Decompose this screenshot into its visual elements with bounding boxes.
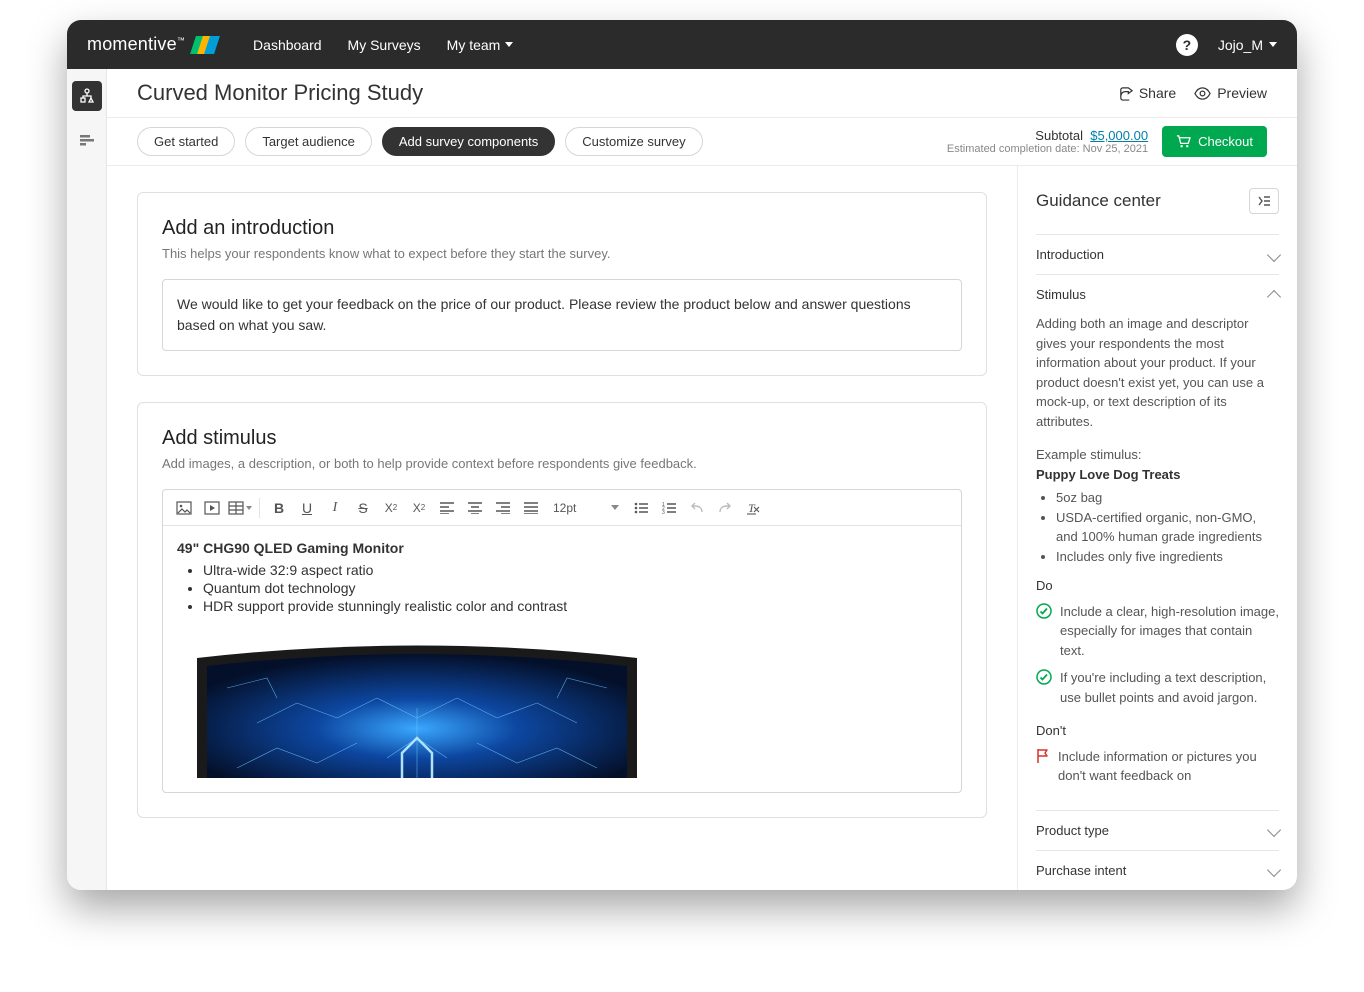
chevron-down-icon xyxy=(1267,823,1281,837)
nav-my-surveys[interactable]: My Surveys xyxy=(348,37,421,53)
accordion-stimulus-body: Adding both an image and descriptor give… xyxy=(1036,314,1279,810)
undo-icon xyxy=(690,502,704,514)
cart-icon xyxy=(1176,134,1191,149)
check-circle-icon xyxy=(1036,603,1052,619)
accordion-purchase-intent[interactable]: Purchase intent xyxy=(1036,851,1279,890)
toolbar-align-right[interactable] xyxy=(490,495,516,521)
product-title: 49" CHG90 QLED Gaming Monitor xyxy=(177,540,947,556)
rich-text-editor[interactable]: B U I S X2 X2 12pt xyxy=(162,489,962,793)
redo-icon xyxy=(718,502,732,514)
toolbar-table[interactable] xyxy=(227,495,253,521)
intro-textarea[interactable]: We would like to get your feedback on th… xyxy=(162,279,962,351)
side-rail xyxy=(67,69,107,890)
toolbar-video[interactable] xyxy=(199,495,225,521)
product-bullet: Ultra-wide 32:9 aspect ratio xyxy=(203,562,947,578)
align-justify-icon xyxy=(524,502,538,514)
clear-format-icon: T xyxy=(746,501,761,515)
subtotal-box: Subtotal $5,000.00 Estimated completion … xyxy=(947,128,1148,155)
toolbar-image[interactable] xyxy=(171,495,197,521)
toolbar-superscript[interactable]: X2 xyxy=(378,495,404,521)
toolbar-number-list[interactable]: 123 xyxy=(656,495,682,521)
top-nav: Dashboard My Surveys My team xyxy=(253,37,513,53)
toolbar-align-left[interactable] xyxy=(434,495,460,521)
page-title: Curved Monitor Pricing Study xyxy=(137,80,423,106)
intro-subtitle: This helps your respondents know what to… xyxy=(162,246,962,261)
align-left-icon xyxy=(440,502,454,514)
number-list-icon: 123 xyxy=(662,502,676,514)
stimulus-card: Add stimulus Add images, a description, … xyxy=(137,402,987,818)
accordion-stimulus[interactable]: Stimulus xyxy=(1036,275,1279,314)
brand-logo[interactable]: momentive™ xyxy=(87,34,217,55)
align-center-icon xyxy=(468,502,482,514)
step-get-started[interactable]: Get started xyxy=(137,127,235,156)
bullet-list-icon xyxy=(634,502,648,514)
table-icon xyxy=(228,501,244,515)
momentive-logo-icon xyxy=(193,36,217,54)
introduction-card: Add an introduction This helps your resp… xyxy=(137,192,987,376)
toolbar-underline[interactable]: U xyxy=(294,495,320,521)
rail-item-results[interactable] xyxy=(72,125,102,155)
product-bullet: Quantum dot technology xyxy=(203,580,947,596)
toolbar-clear-format[interactable]: T xyxy=(740,495,766,521)
user-menu[interactable]: Jojo_M xyxy=(1218,37,1277,53)
check-circle-icon xyxy=(1036,669,1052,685)
guidance-sidebar: Guidance center Introduction St xyxy=(1017,166,1297,890)
editor-toolbar: B U I S X2 X2 12pt xyxy=(163,490,961,526)
page-header: Curved Monitor Pricing Study Share Previ… xyxy=(107,69,1297,118)
step-target-audience[interactable]: Target audience xyxy=(245,127,372,156)
guidance-collapse-button[interactable] xyxy=(1249,188,1279,214)
toolbar-undo[interactable] xyxy=(684,495,710,521)
chevron-down-icon xyxy=(1267,863,1281,877)
structure-icon xyxy=(79,88,95,104)
flag-icon xyxy=(1036,748,1050,764)
step-add-components[interactable]: Add survey components xyxy=(382,127,555,156)
steps-bar: Get started Target audience Add survey c… xyxy=(107,118,1297,166)
toolbar-align-center[interactable] xyxy=(462,495,488,521)
align-right-icon xyxy=(496,502,510,514)
toolbar-redo[interactable] xyxy=(712,495,738,521)
chevron-down-icon xyxy=(505,42,513,47)
toolbar-bold[interactable]: B xyxy=(266,495,292,521)
svg-text:3: 3 xyxy=(662,510,665,514)
eye-icon xyxy=(1194,86,1211,101)
subtotal-label: Subtotal xyxy=(1035,128,1083,143)
toolbar-align-justify[interactable] xyxy=(518,495,544,521)
estimated-date: Estimated completion date: Nov 25, 2021 xyxy=(947,143,1148,155)
toolbar-strikethrough[interactable]: S xyxy=(350,495,376,521)
stimulus-subtitle: Add images, a description, or both to he… xyxy=(162,456,962,471)
product-bullet: HDR support provide stunningly realistic… xyxy=(203,598,947,614)
checkout-button[interactable]: Checkout xyxy=(1162,126,1267,157)
image-icon xyxy=(176,501,192,515)
content-main: Add an introduction This helps your resp… xyxy=(107,166,1017,890)
toolbar-font-size[interactable]: 12pt xyxy=(546,496,626,520)
product-image xyxy=(177,628,947,778)
chevron-up-icon xyxy=(1267,289,1281,303)
accordion-product-type[interactable]: Product type xyxy=(1036,811,1279,850)
collapse-icon xyxy=(1257,195,1271,207)
toolbar-italic[interactable]: I xyxy=(322,495,348,521)
share-button[interactable]: Share xyxy=(1118,85,1176,101)
stimulus-title: Add stimulus xyxy=(162,427,962,450)
bar-chart-icon xyxy=(79,132,95,148)
intro-title: Add an introduction xyxy=(162,217,962,240)
editor-content[interactable]: 49" CHG90 QLED Gaming Monitor Ultra-wide… xyxy=(163,526,961,792)
rail-item-structure[interactable] xyxy=(72,81,102,111)
step-customize[interactable]: Customize survey xyxy=(565,127,702,156)
toolbar-subscript[interactable]: X2 xyxy=(406,495,432,521)
video-icon xyxy=(204,501,220,515)
guidance-title: Guidance center xyxy=(1036,191,1161,211)
toolbar-bullet-list[interactable] xyxy=(628,495,654,521)
chevron-down-icon xyxy=(1269,42,1277,47)
preview-button[interactable]: Preview xyxy=(1194,85,1267,101)
share-icon xyxy=(1118,86,1133,101)
help-icon[interactable]: ? xyxy=(1176,34,1198,56)
topbar: momentive™ Dashboard My Surveys My team … xyxy=(67,20,1297,69)
accordion-introduction[interactable]: Introduction xyxy=(1036,235,1279,274)
chevron-down-icon xyxy=(1267,247,1281,261)
nav-dashboard[interactable]: Dashboard xyxy=(253,37,322,53)
nav-my-team[interactable]: My team xyxy=(447,37,514,53)
subtotal-amount[interactable]: $5,000.00 xyxy=(1090,128,1148,143)
